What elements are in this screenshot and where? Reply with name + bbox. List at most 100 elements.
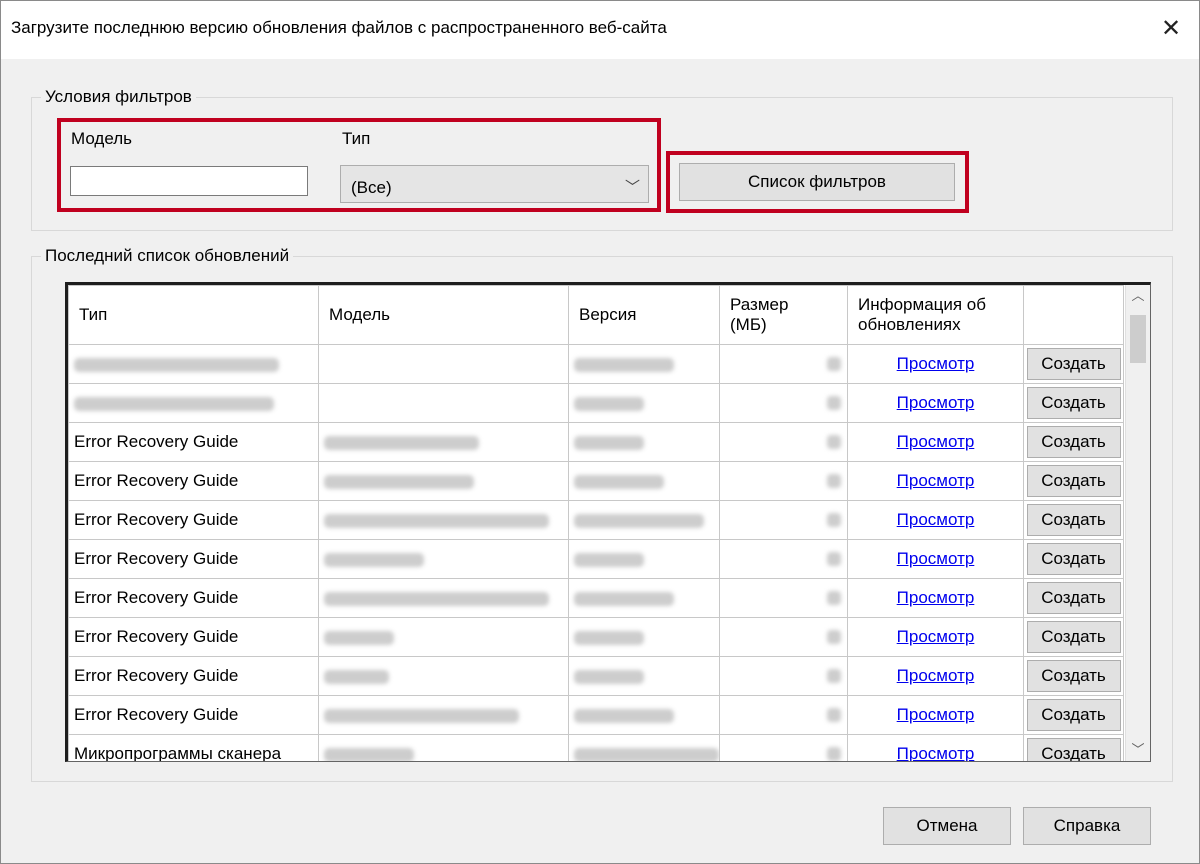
- view-link[interactable]: Просмотр: [897, 432, 975, 451]
- redacted-text: [324, 669, 389, 684]
- cell-update-info: Просмотр: [847, 656, 1024, 696]
- table-row[interactable]: Error Recovery Guide Просмотр Создать: [68, 578, 1124, 618]
- cell-size: [719, 344, 848, 384]
- cell-type: Error Recovery Guide: [68, 422, 319, 462]
- redacted-text: [827, 591, 841, 605]
- create-button[interactable]: Создать: [1026, 621, 1121, 653]
- table-row[interactable]: Error Recovery Guide Просмотр Создать: [68, 539, 1124, 579]
- cell-size: [719, 539, 848, 579]
- cancel-button[interactable]: Отмена: [883, 807, 1011, 845]
- cell-size: [719, 383, 848, 423]
- view-link[interactable]: Просмотр: [897, 549, 975, 568]
- vertical-scrollbar[interactable]: ︿ ﹀: [1125, 285, 1150, 761]
- cell-type: Error Recovery Guide: [68, 578, 319, 618]
- view-link[interactable]: Просмотр: [897, 705, 975, 724]
- cell-version: [568, 695, 720, 735]
- table-row[interactable]: Error Recovery Guide Просмотр Создать: [68, 695, 1124, 735]
- view-link[interactable]: Просмотр: [897, 510, 975, 529]
- view-link[interactable]: Просмотр: [897, 354, 975, 373]
- cell-update-info: Просмотр: [847, 539, 1024, 579]
- create-button[interactable]: Создать: [1026, 543, 1121, 575]
- table-row[interactable]: Микропрограммы сканера Просмотр Создать: [68, 734, 1124, 761]
- type-label: Тип: [342, 129, 371, 148]
- redacted-text: [574, 357, 674, 372]
- redacted-text: [324, 591, 549, 606]
- cell-version: [568, 422, 720, 462]
- redacted-text: [574, 708, 674, 723]
- view-link[interactable]: Просмотр: [897, 666, 975, 685]
- cell-action: Создать: [1023, 383, 1124, 423]
- create-button[interactable]: Создать: [1026, 387, 1121, 419]
- view-link[interactable]: Просмотр: [897, 471, 975, 490]
- scroll-thumb[interactable]: [1130, 315, 1146, 363]
- type-select[interactable]: (Все) ﹀: [340, 165, 649, 203]
- cell-action: Создать: [1023, 695, 1124, 735]
- cell-update-info: Просмотр: [847, 422, 1024, 462]
- create-button[interactable]: Создать: [1026, 426, 1121, 458]
- close-button[interactable]: ✕: [1153, 11, 1189, 47]
- create-button[interactable]: Создать: [1026, 504, 1121, 536]
- redacted-text: [324, 708, 519, 723]
- table-row[interactable]: Error Recovery Guide Просмотр Создать: [68, 422, 1124, 462]
- cell-version: [568, 578, 720, 618]
- redacted-text: [74, 357, 279, 372]
- model-label: Модель: [71, 129, 133, 148]
- view-link[interactable]: Просмотр: [897, 744, 975, 761]
- cell-type: Error Recovery Guide: [68, 695, 319, 735]
- create-button[interactable]: Создать: [1026, 699, 1121, 731]
- col-version-header: Версия: [568, 285, 720, 345]
- cell-action: Создать: [1023, 617, 1124, 657]
- redacted-text: [574, 513, 704, 528]
- cell-update-info: Просмотр: [847, 344, 1024, 384]
- redacted-text: [574, 591, 674, 606]
- redacted-text: [827, 513, 841, 527]
- cell-model: [318, 734, 569, 761]
- create-button[interactable]: Создать: [1026, 738, 1121, 761]
- table-row[interactable]: Error Recovery Guide Просмотр Создать: [68, 656, 1124, 696]
- title-bar: Загрузите последнюю версию обновления фа…: [1, 1, 1199, 59]
- cell-action: Создать: [1023, 422, 1124, 462]
- cell-version: [568, 539, 720, 579]
- table-row[interactable]: Error Recovery Guide Просмотр Создать: [68, 617, 1124, 657]
- cell-version: [568, 461, 720, 501]
- view-link[interactable]: Просмотр: [897, 627, 975, 646]
- cell-model: [318, 383, 569, 423]
- cell-model: [318, 539, 569, 579]
- redacted-text: [827, 474, 841, 488]
- updates-table: Тип Модель Версия Размер (МБ) Информация…: [65, 282, 1151, 762]
- cell-type: [68, 383, 319, 423]
- filter-list-button[interactable]: Список фильтров: [679, 163, 955, 201]
- cell-update-info: Просмотр: [847, 695, 1024, 735]
- cell-update-info: Просмотр: [847, 617, 1024, 657]
- model-input[interactable]: [70, 166, 308, 196]
- cell-size: [719, 656, 848, 696]
- view-link[interactable]: Просмотр: [897, 393, 975, 412]
- scroll-down-icon[interactable]: ﹀: [1126, 739, 1150, 761]
- create-button[interactable]: Создать: [1026, 465, 1121, 497]
- view-link[interactable]: Просмотр: [897, 588, 975, 607]
- cell-update-info: Просмотр: [847, 578, 1024, 618]
- cell-version: [568, 383, 720, 423]
- cell-version: [568, 734, 720, 761]
- table-row[interactable]: Просмотр Создать: [68, 344, 1124, 384]
- cell-model: [318, 617, 569, 657]
- help-button[interactable]: Справка: [1023, 807, 1151, 845]
- redacted-text: [324, 435, 479, 450]
- scroll-up-icon[interactable]: ︿: [1126, 285, 1150, 307]
- redacted-text: [827, 435, 841, 449]
- cell-type: Error Recovery Guide: [68, 539, 319, 579]
- table-row[interactable]: Просмотр Создать: [68, 383, 1124, 423]
- redacted-text: [574, 552, 644, 567]
- cell-action: Создать: [1023, 461, 1124, 501]
- create-button[interactable]: Создать: [1026, 660, 1121, 692]
- table-row[interactable]: Error Recovery Guide Просмотр Создать: [68, 461, 1124, 501]
- create-button[interactable]: Создать: [1026, 582, 1121, 614]
- dialog-window: Загрузите последнюю версию обновления фа…: [0, 0, 1200, 864]
- cell-model: [318, 500, 569, 540]
- cell-model: [318, 461, 569, 501]
- create-button[interactable]: Создать: [1026, 348, 1121, 380]
- table-row[interactable]: Error Recovery Guide Просмотр Создать: [68, 500, 1124, 540]
- redacted-text: [574, 669, 644, 684]
- cell-size: [719, 461, 848, 501]
- updates-list-label: Последний список обновлений: [41, 246, 294, 266]
